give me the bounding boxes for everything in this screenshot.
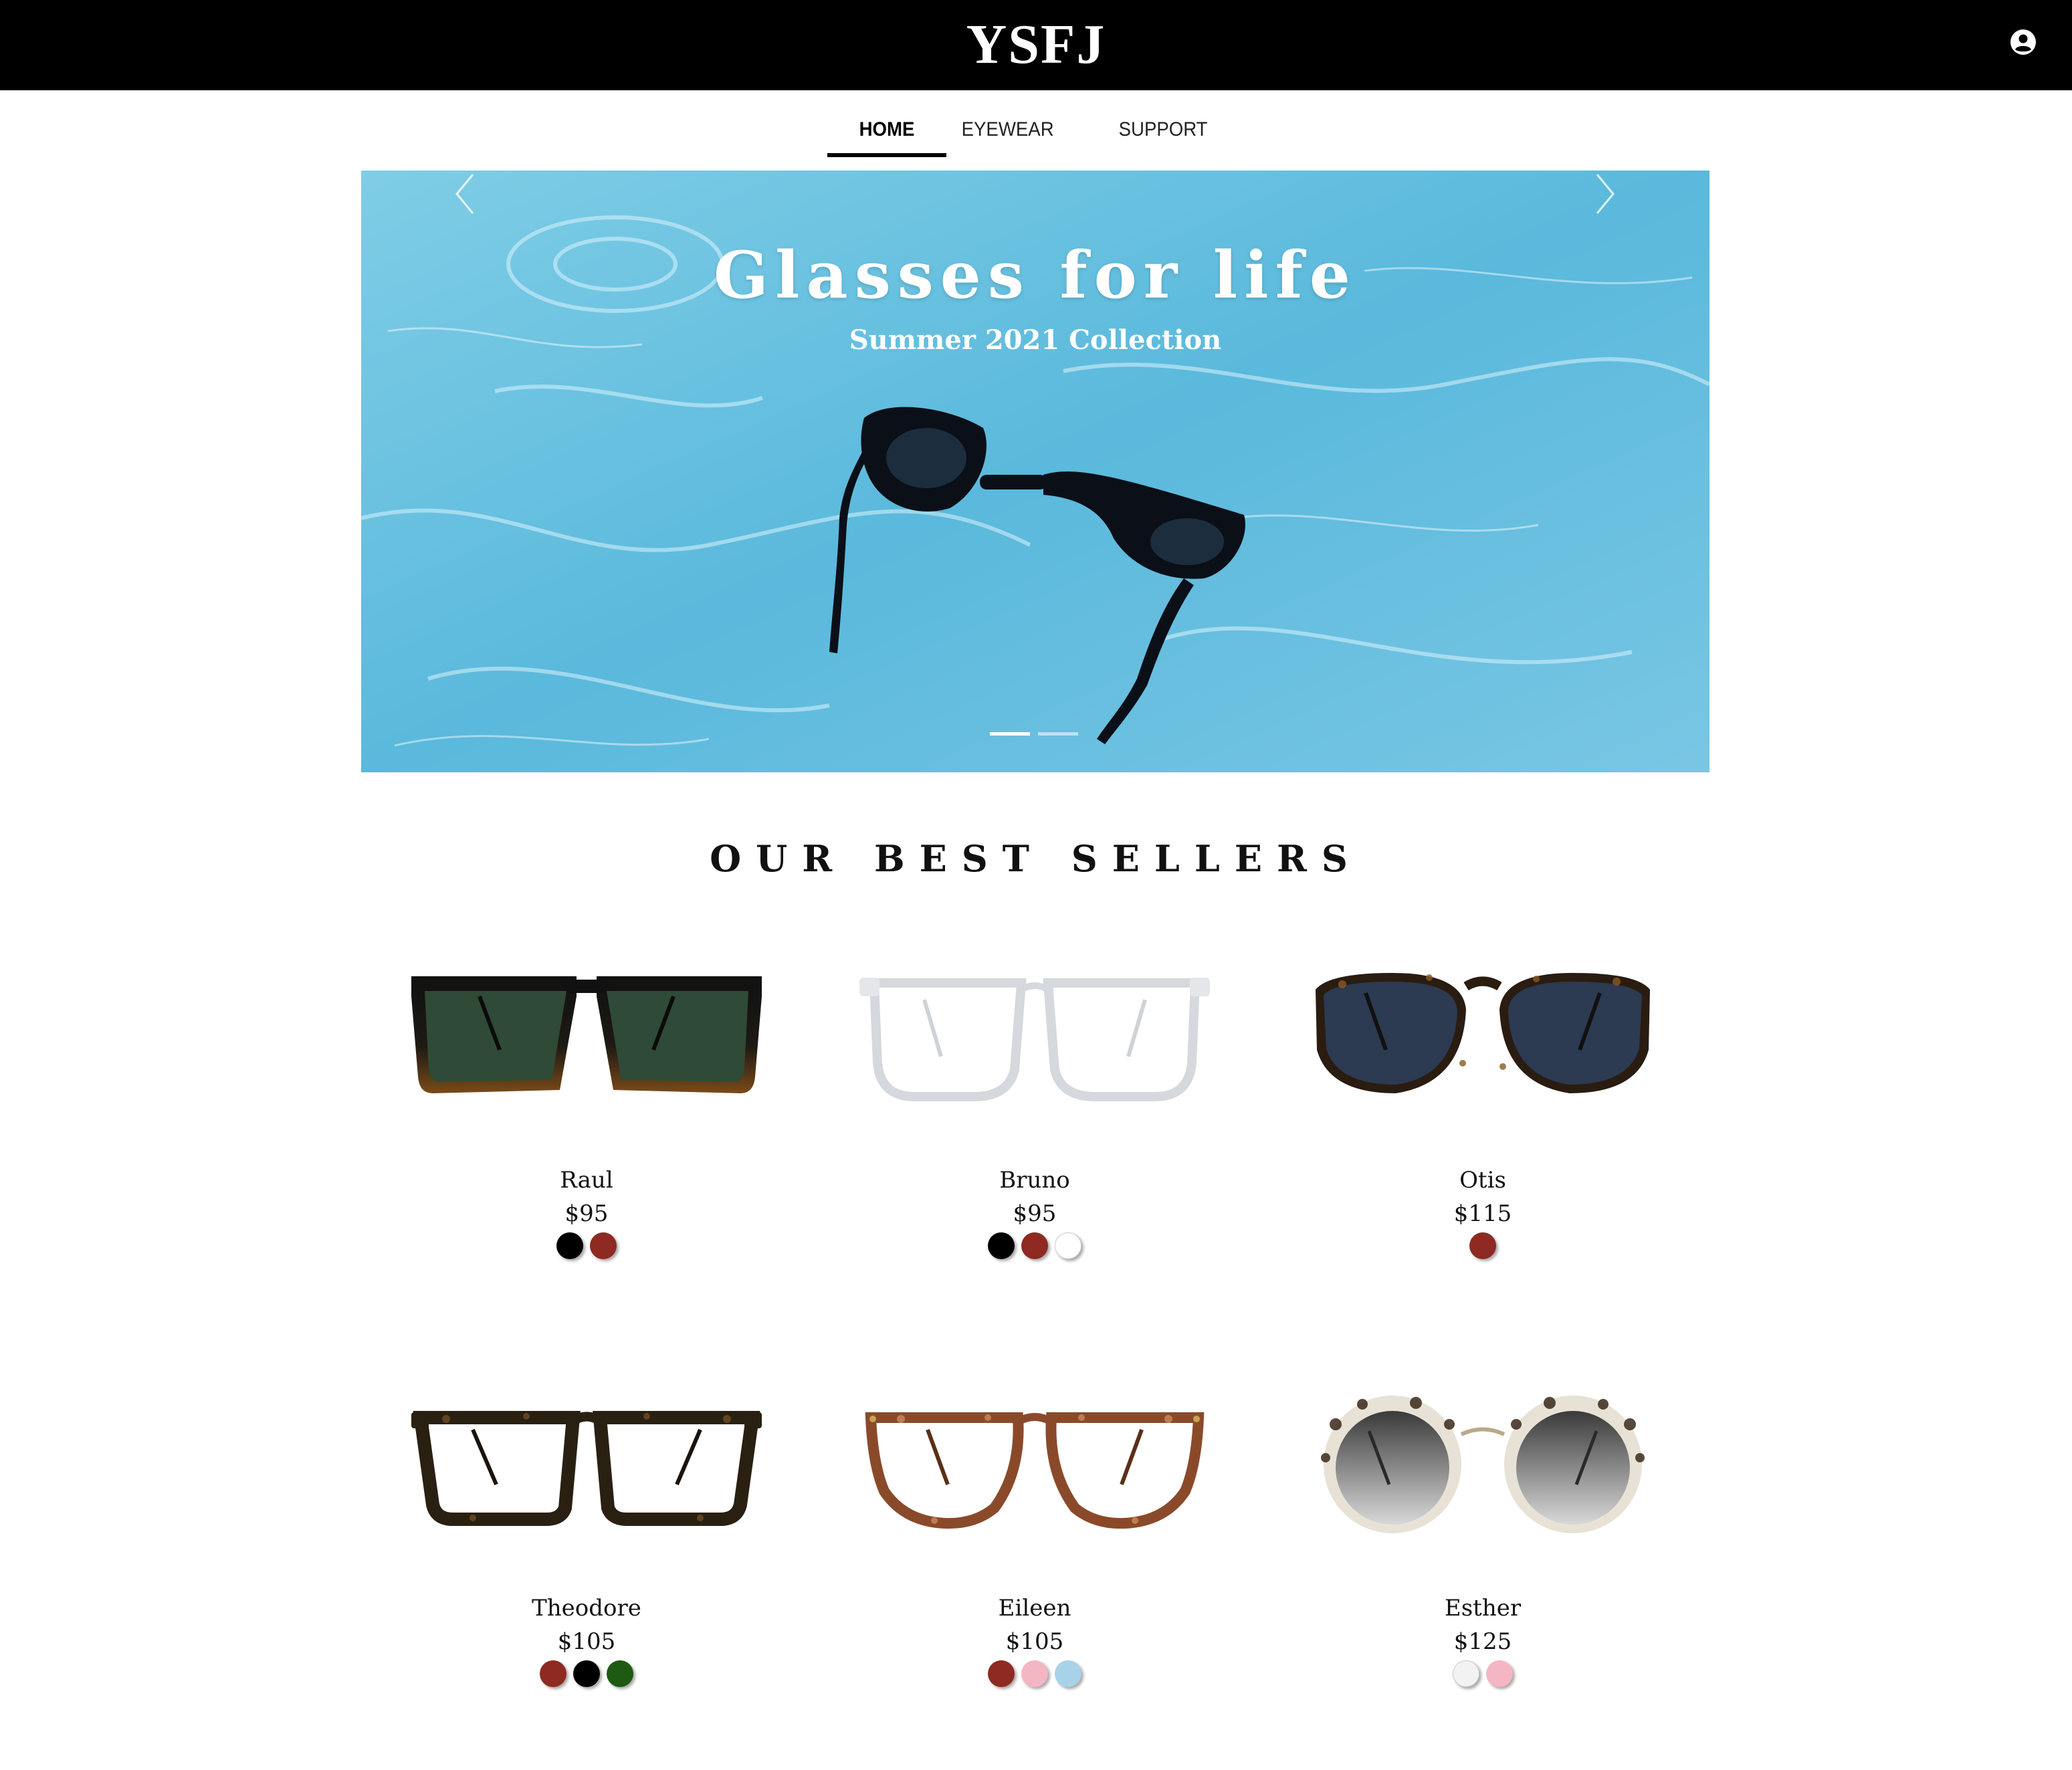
product-image-otis: [1316, 973, 1650, 1093]
color-swatches: [386, 1232, 787, 1259]
product-image-esther: [1321, 1396, 1645, 1533]
color-swatches: [834, 1660, 1235, 1687]
product-name[interactable]: Bruno: [834, 1167, 1235, 1194]
product-name[interactable]: Otis: [1282, 1167, 1683, 1194]
product-image-bruno: [859, 978, 1210, 1101]
product-price: $125: [1453, 1628, 1512, 1655]
product-price: $105: [1005, 1628, 1064, 1655]
product-price: $105: [557, 1628, 616, 1655]
color-swatch-blue[interactable]: [1055, 1660, 1081, 1687]
chevron-right-icon[interactable]: [1592, 171, 1619, 217]
product-card[interactable]: Otis $115: [1282, 950, 1683, 1270]
product-card[interactable]: Theodore $105: [386, 1377, 787, 1698]
logo[interactable]: YSFJ: [0, 15, 2072, 75]
color-swatch-black[interactable]: [573, 1660, 600, 1687]
product-name[interactable]: Theodore: [386, 1595, 787, 1622]
color-swatch-white[interactable]: [1453, 1660, 1479, 1687]
color-swatch-black[interactable]: [988, 1232, 1015, 1259]
hero-subtitle: Summer 2021 Collection: [849, 324, 1222, 356]
nav-home[interactable]: HOME: [832, 110, 942, 155]
product-image-theodore: [411, 1411, 762, 1526]
color-swatches: [386, 1660, 787, 1687]
carousel-dot-1[interactable]: [990, 732, 1030, 736]
product-card[interactable]: Bruno $95: [834, 950, 1235, 1270]
color-swatches: [834, 1232, 1235, 1259]
color-swatch-white[interactable]: [1055, 1232, 1081, 1259]
chevron-left-icon[interactable]: [451, 171, 478, 217]
color-swatch-red[interactable]: [590, 1232, 617, 1259]
top-bar: YSFJ: [0, 0, 2072, 90]
nav-eyewear[interactable]: EYEWEAR: [962, 110, 1054, 155]
color-swatches: [1282, 1232, 1683, 1259]
product-card[interactable]: Raul $95: [386, 950, 787, 1270]
color-swatch-pink[interactable]: [1021, 1660, 1048, 1687]
color-swatch-red[interactable]: [540, 1660, 566, 1687]
color-swatch-pink[interactable]: [1486, 1660, 1513, 1687]
color-swatch-black[interactable]: [556, 1232, 583, 1259]
hero-carousel: Glasses for life Summer 2021 Collection: [361, 171, 1710, 772]
product-image-raul: [411, 976, 762, 1093]
product-card[interactable]: Eileen $105: [834, 1377, 1235, 1698]
product-price: $115: [1453, 1200, 1512, 1227]
color-swatch-red[interactable]: [1469, 1232, 1496, 1259]
product-price: $95: [1013, 1200, 1057, 1227]
product-price: $95: [564, 1200, 609, 1227]
color-swatch-red[interactable]: [988, 1660, 1015, 1687]
nav-active-underline: [827, 153, 946, 157]
best-sellers-title: OUR BEST SELLERS: [710, 837, 1362, 880]
color-swatch-red[interactable]: [1021, 1232, 1048, 1259]
product-name[interactable]: Raul: [386, 1167, 787, 1194]
product-name[interactable]: Eileen: [834, 1595, 1235, 1622]
product-image-eileen: [865, 1412, 1205, 1529]
user-circle-icon[interactable]: [2009, 28, 2037, 56]
color-swatch-green[interactable]: [607, 1660, 633, 1687]
product-card[interactable]: Esther $125: [1282, 1377, 1683, 1698]
hero-title: Glasses for life: [714, 237, 1357, 313]
nav-support[interactable]: SUPPORT: [1119, 110, 1208, 155]
product-name[interactable]: Esther: [1282, 1595, 1683, 1622]
carousel-dot-2[interactable]: [1038, 732, 1078, 736]
color-swatches: [1282, 1660, 1683, 1687]
